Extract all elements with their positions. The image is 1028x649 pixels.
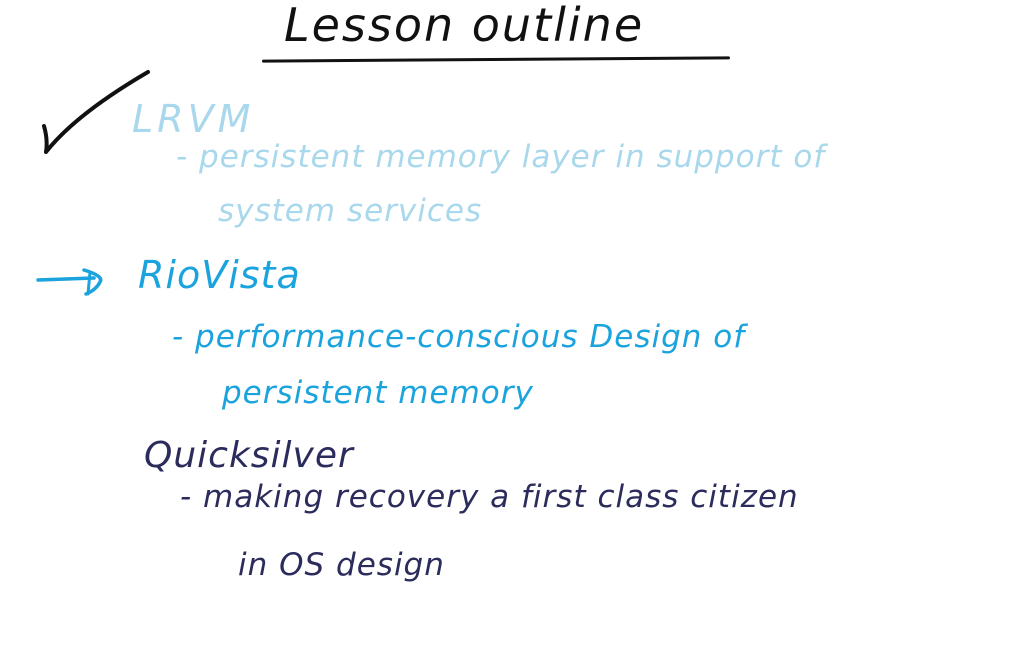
section-lrvm-description-line-1: - persistent memory layer in support of bbox=[176, 139, 826, 175]
section-heading-lrvm: LRVM bbox=[132, 97, 255, 141]
section-heading-riovista: RioVista bbox=[138, 253, 301, 297]
section-riovista-description-line-1: - performance-conscious Design of bbox=[172, 319, 746, 355]
arrow-right-icon bbox=[36, 268, 103, 296]
section-quicksilver-description-line-1: - making recovery a first class citizen bbox=[180, 479, 799, 515]
whiteboard-page: Lesson outline LRVM - persistent memory … bbox=[0, 0, 1028, 649]
section-riovista-description-line-2: persistent memory bbox=[222, 375, 534, 411]
section-lrvm-description-line-2: system services bbox=[218, 193, 483, 229]
page-title: Lesson outline bbox=[284, 0, 645, 52]
section-quicksilver-description-line-2: in OS design bbox=[238, 547, 445, 583]
title-underline bbox=[261, 56, 731, 63]
section-heading-quicksilver: Quicksilver bbox=[144, 435, 354, 476]
